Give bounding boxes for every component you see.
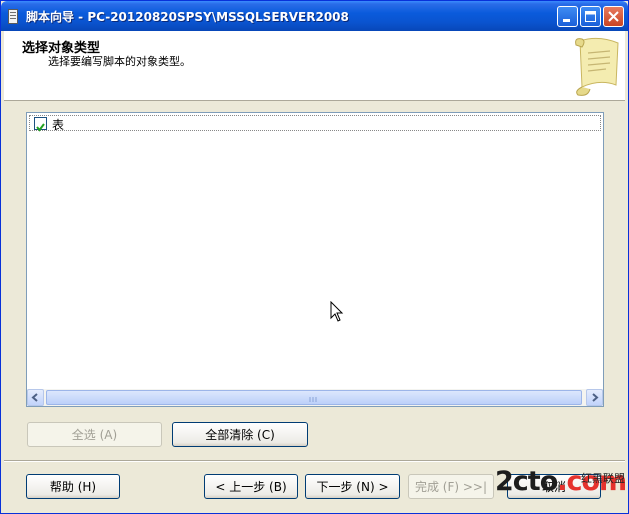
horizontal-scrollbar[interactable] [27, 389, 603, 406]
list-item-label: 表 [52, 118, 65, 132]
checkmark-icon [36, 123, 45, 132]
scroll-right-button[interactable] [586, 389, 603, 406]
wizard-icon [8, 9, 18, 24]
arrow-right-icon [592, 393, 599, 402]
scroll-left-button[interactable] [27, 389, 44, 406]
next-button[interactable]: 下一步 (N) > [305, 474, 400, 499]
wizard-header: 选择对象类型 选择要编写脚本的对象类型。 [4, 31, 625, 101]
select-all-button[interactable]: 全选 (A) [27, 422, 162, 447]
window-title: 脚本向导 - PC-20120820SPSY\MSSQLSERVER2008 [26, 10, 349, 24]
list-item[interactable]: 表 [29, 115, 601, 132]
close-icon [608, 11, 619, 22]
object-type-list[interactable]: 表 [26, 112, 604, 407]
scroll-icon [570, 35, 624, 101]
scrollbar-thumb[interactable] [46, 390, 582, 405]
footer-separator [4, 460, 625, 462]
page-subtitle: 选择要编写脚本的对象类型。 [48, 55, 191, 68]
maximize-button[interactable] [580, 6, 601, 27]
title-bar[interactable]: 脚本向导 - PC-20120820SPSY\MSSQLSERVER2008 [1, 1, 628, 31]
help-button[interactable]: 帮助 (H) [26, 474, 120, 499]
close-button[interactable] [603, 6, 624, 27]
minimize-button[interactable] [557, 6, 578, 27]
finish-button[interactable]: 完成 (F) >>| [408, 474, 494, 499]
table-checkbox[interactable] [34, 117, 47, 132]
clear-all-button[interactable]: 全部清除 (C) [172, 422, 308, 447]
maximize-icon [585, 11, 596, 22]
arrow-left-icon [31, 393, 38, 402]
watermark: 2cto.com 红黑联盟 [495, 466, 627, 510]
mouse-cursor-icon [330, 300, 344, 327]
minimize-icon [563, 19, 570, 22]
grip-icon [309, 397, 317, 402]
wizard-window: 脚本向导 - PC-20120820SPSY\MSSQLSERVER2008 选… [0, 0, 629, 514]
watermark-text: 红黑联盟 [581, 472, 625, 485]
previous-button[interactable]: < 上一步 (B) [204, 474, 298, 499]
